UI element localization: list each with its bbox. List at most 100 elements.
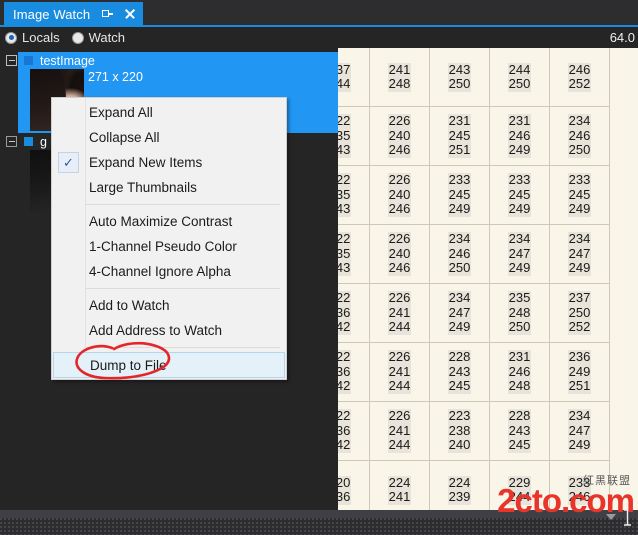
pixel-channel-value: 237 [567,290,592,306]
context-menu-item-collapse-all[interactable]: Collapse All [52,125,286,150]
tree-node-label: g [40,134,47,149]
pixel-channel-value: 245 [507,437,532,453]
pixel-channel-value: 247 [567,245,592,262]
pixel-cell: 234 247 249 [550,225,610,284]
context-menu-item-4-channel-ignore-alpha[interactable]: 4-Channel Ignore Alpha [52,259,286,284]
context-menu-item-label: Collapse All [89,130,160,145]
pixel-cell: 236 249 251 [550,343,610,402]
pin-icon[interactable] [100,7,114,21]
pixel-channel-value: 233 [567,474,592,490]
context-menu-separator [86,288,280,289]
pixel-channel-value: 237 [338,62,352,77]
pixel-cell: 233 245 249 [490,166,550,225]
pixel-channel-value: 234 [567,231,592,247]
pixel-channel-value: 252 [567,319,592,335]
pixel-channel-value: 224 [447,474,472,490]
pixel-channel-value: 250 [507,76,532,92]
pixel-cell: 231 246 249 [490,107,550,166]
pixel-channel-value: 223 [447,408,472,424]
pixel-cell: 226 241 244 [370,402,430,461]
pixel-channel-value: 250 [447,260,472,276]
pixel-cell: 234 246 250 [550,107,610,166]
pixel-channel-value: 246 [387,201,412,217]
context-menu-item-expand-new-items[interactable]: ✓ Expand New Items [52,150,286,175]
pixel-channel-value: 229 [507,474,532,490]
pixel-channel-value: 222 [338,350,352,365]
pixel-cell: 234 247 249 [430,284,490,343]
bottom-hatch-area [0,518,638,535]
pixel-channel-value: 239 [447,489,472,505]
pixel-channel-value: 249 [507,142,532,158]
pixel-channel-value: 246 [387,260,412,276]
pixel-cell: 228 243 245 [490,402,550,461]
pixel-channel-value: 240 [387,245,412,262]
pixel-channel-value: 234 [507,231,532,247]
pixel-cell: 223 238 240 [430,402,490,461]
pixel-channel-value: 244 [387,319,412,335]
pixel-channel-value: 249 [447,319,472,335]
scroll-down-arrow-icon[interactable] [606,514,616,520]
close-icon[interactable] [123,7,136,21]
context-menu-item-dump-to-file[interactable]: Dump to File [53,352,285,378]
tab-strip: Image Watch [0,0,638,27]
pixel-channel-value: 247 [567,422,592,439]
context-menu-item-auto-maximize-contrast[interactable]: Auto Maximize Contrast [52,209,286,234]
context-menu-item-large-thumbnails[interactable]: Large Thumbnails [52,175,286,200]
context-menu-item-1-channel-pseudo-color[interactable]: 1-Channel Pseudo Color [52,234,286,259]
pixel-channel-value: 243 [507,422,532,439]
collapse-expander-icon[interactable] [6,55,17,66]
pixel-channel-value: 233 [447,172,472,188]
pixel-channel-value: 233 [567,172,592,188]
pixel-cell: 226 240 246 [370,225,430,284]
pixel-channel-value: 226 [387,290,412,306]
pixel-cell: 233 246 [550,461,610,510]
pixel-cell: 226 241 244 [370,284,430,343]
context-menu-item-add-to-watch[interactable]: Add to Watch [52,293,286,318]
pixel-channel-value: 235 [338,187,352,203]
tab-image-watch[interactable]: Image Watch [4,2,144,26]
pixel-channel-value: 236 [338,489,352,505]
pixel-cell: 224 241 [370,461,430,510]
context-menu[interactable]: Expand All Collapse All ✓ Expand New Items L… [51,97,287,380]
pixel-channel-value: 251 [447,142,472,158]
pixel-channel-value: 246 [387,142,412,158]
pixel-channel-value: 246 [567,127,592,144]
radio-locals[interactable]: Locals [5,30,60,45]
radio-watch[interactable]: Watch [71,30,125,45]
pixel-channel-value: 243 [447,363,472,380]
pixel-channel-value: 250 [567,142,592,158]
pixel-channel-value: 226 [387,172,412,188]
pixel-channel-value: 233 [507,172,532,188]
context-menu-item-label: Expand All [89,105,153,120]
pixel-channel-value: 251 [567,378,592,394]
pixel-channel-value: 247 [447,304,472,321]
context-menu-item-expand-all[interactable]: Expand All [52,100,286,125]
pixel-channel-value: 226 [387,349,412,365]
pixel-channel-value: 234 [447,231,472,247]
pixel-channel-value: 241 [387,363,412,380]
context-menu-item-add-address-to-watch[interactable]: Add Address to Watch [52,318,286,343]
pixel-channel-value: 250 [447,76,472,92]
pixel-channel-value: 228 [447,349,472,365]
pixel-channel-value: 236 [338,305,352,321]
pixel-channel-value: 234 [447,290,472,306]
pixel-channel-value: 226 [387,113,412,129]
pixel-channel-value: 247 [507,245,532,262]
tree-node-label: testImage [40,53,95,68]
pixel-cell: 226 241 244 [370,343,430,402]
tree-node-header[interactable]: testImage [0,52,338,69]
pixel-channel-value: 222 [338,114,352,129]
pixel-cell: 246 252 [550,48,610,107]
pixel-channel-value: 243 [338,261,352,276]
pixel-channel-value: 244 [338,76,352,92]
pixel-channel-value: 248 [507,304,532,321]
collapse-expander-icon[interactable] [6,136,17,147]
pixel-cell: 229 244 [490,461,550,510]
context-menu-item-label: Add Address to Watch [89,323,223,338]
context-menu-separator [86,204,280,205]
pixel-channel-value: 245 [447,127,472,144]
pixel-value-grid-panel[interactable]: 2372442412482432502442502462522222352432… [338,48,638,510]
pixel-channel-value: 246 [507,127,532,144]
image-watch-window: Image Watch Locals Watch Help test [0,0,638,535]
pixel-channel-value: 248 [507,378,532,394]
